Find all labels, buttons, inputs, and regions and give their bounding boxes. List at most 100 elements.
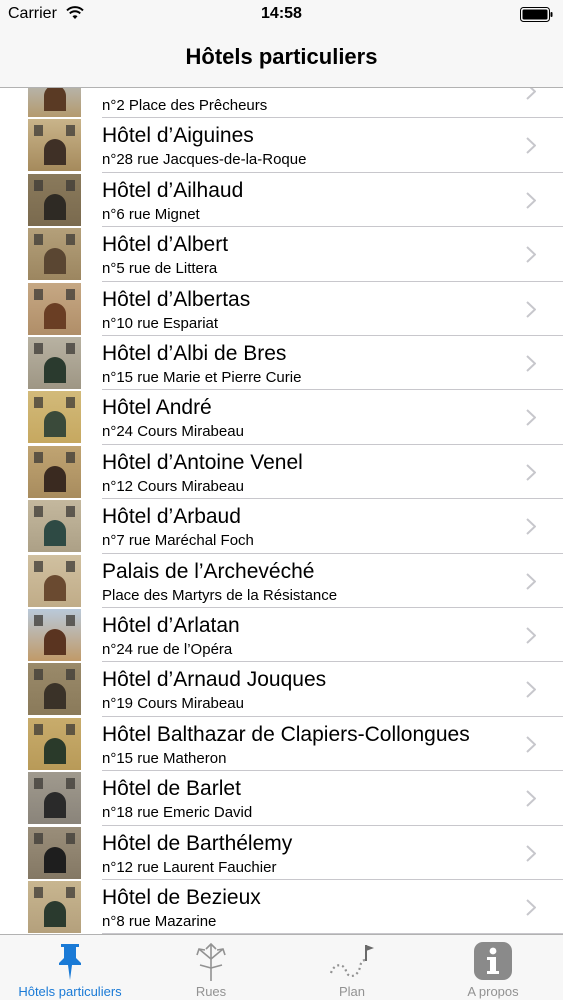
chevron-right-icon bbox=[526, 844, 536, 862]
hotel-address: n°15 rue Marie et Pierre Curie bbox=[102, 369, 302, 386]
hotel-address: n°18 rue Emeric David bbox=[102, 804, 253, 822]
hotel-thumbnail bbox=[28, 772, 81, 825]
hotel-name: Hôtel d’Arlatan bbox=[102, 614, 240, 637]
facade-window bbox=[34, 343, 43, 354]
list-item[interactable]: Hôtel Balthazar de Clapiers-Collongues n°… bbox=[0, 717, 563, 772]
facade-window bbox=[66, 723, 75, 735]
facade-window bbox=[34, 615, 43, 626]
facade-door bbox=[44, 683, 66, 710]
chevron-right-icon bbox=[526, 137, 536, 155]
facade-window bbox=[34, 234, 43, 246]
chevron-right-icon bbox=[526, 899, 536, 916]
hotel-address: Place des Martyrs de la Résistance bbox=[102, 586, 338, 604]
facade-door bbox=[44, 248, 66, 275]
hotel-name: Hôtel d’Albert bbox=[102, 233, 229, 257]
navigation-bar: Hôtels particuliers bbox=[0, 30, 563, 88]
list-item[interactable]: Hôtel de Barthélemy n°12 rue Laurent Fauc… bbox=[0, 826, 563, 880]
facade-window bbox=[34, 288, 43, 300]
facade-door bbox=[44, 574, 66, 601]
tab-hotels[interactable]: Hôtels particuliers bbox=[0, 935, 140, 1000]
list-item[interactable]: Hôtel d’Arnaud Jouques n°19 Cours Mirabea… bbox=[0, 662, 563, 717]
chevron-right-icon bbox=[526, 572, 536, 590]
hotel-name: Hôtel d’Arbaud bbox=[102, 505, 241, 529]
chevron-right-icon bbox=[526, 192, 536, 209]
tab-map[interactable]: Plan bbox=[282, 935, 422, 1000]
hotel-list[interactable]: n°2 Place des Prêcheurs Hôtel d’Aiguines n… bbox=[0, 88, 563, 934]
chevron-right-icon bbox=[526, 300, 536, 318]
facade-door bbox=[44, 357, 66, 383]
hotel-address: n°8 rue Mazarine bbox=[102, 913, 217, 930]
battery-icon bbox=[520, 7, 553, 22]
facade-window bbox=[34, 125, 43, 137]
list-item[interactable]: Hôtel d’Albertas n°10 rue Espariat bbox=[0, 282, 563, 336]
facade-window bbox=[66, 615, 75, 626]
facade-window bbox=[34, 669, 43, 681]
hotel-name: Hôtel Balthazar de Clapiers-Collongues bbox=[102, 722, 470, 746]
hotel-name: Palais de l’Archevéché bbox=[102, 559, 315, 583]
facade-window bbox=[34, 179, 43, 191]
facade-door bbox=[44, 302, 66, 329]
facade-window bbox=[66, 506, 75, 518]
facade-window bbox=[66, 343, 75, 354]
hotel-name: Hôtel d’Albi de Bres bbox=[102, 342, 287, 365]
list-item[interactable]: n°2 Place des Prêcheurs bbox=[0, 88, 563, 119]
facade-door bbox=[44, 792, 66, 819]
hotel-address: n°12 rue Laurent Fauchier bbox=[102, 858, 277, 876]
chevron-right-icon bbox=[526, 464, 536, 481]
hotel-name: Hôtel d’Arnaud Jouques bbox=[102, 668, 327, 692]
list-item[interactable]: Hôtel d’Arlatan n°24 rue de l’Opéra bbox=[0, 608, 563, 663]
facade-door bbox=[44, 88, 66, 111]
hotel-address: n°19 Cours Mirabeau bbox=[102, 695, 244, 713]
hotel-thumbnail bbox=[28, 228, 81, 281]
facade-door bbox=[44, 411, 66, 438]
list-item[interactable]: Hôtel d’Arbaud n°7 rue Maréchal Foch bbox=[0, 499, 563, 554]
tab-bar: Hôtels particuliers Rues Plan A propos bbox=[0, 934, 563, 1000]
hotel-name: Hôtel d’Albertas bbox=[102, 287, 251, 311]
hotel-thumbnail bbox=[28, 119, 81, 172]
tab-streets-label: Rues bbox=[195, 984, 227, 999]
list-item[interactable]: Hôtel d’Aiguines n°28 rue Jacques-de-la-R… bbox=[0, 118, 563, 173]
tab-hotels-label: Hôtels particuliers bbox=[18, 984, 122, 999]
hotel-address: n°2 Place des Prêcheurs bbox=[102, 97, 268, 114]
pin-icon bbox=[59, 944, 81, 980]
hotel-name: Hôtel d’Ailhaud bbox=[102, 178, 244, 202]
signpost-icon bbox=[196, 942, 226, 981]
hotel-address: n°24 Cours Mirabeau bbox=[102, 423, 244, 441]
hotel-name: Hôtel André bbox=[102, 396, 212, 420]
list-item[interactable]: Hôtel d’Albert n°5 rue de Littera bbox=[0, 227, 563, 282]
route-flag-icon bbox=[329, 945, 374, 977]
list-item[interactable]: Hôtel d’Antoine Venel n°12 Cours Mirabeau bbox=[0, 445, 563, 500]
tab-about-label: A propos bbox=[467, 984, 519, 999]
facade-window bbox=[66, 778, 75, 790]
list-item[interactable]: Hôtel de Barlet n°18 rue Emeric David bbox=[0, 771, 563, 826]
facade-window bbox=[34, 723, 43, 735]
list-item[interactable]: Hôtel André n°24 Cours Mirabeau bbox=[0, 390, 563, 445]
hotel-thumbnail bbox=[28, 337, 81, 389]
status-bar: Carrier 14:58 bbox=[0, 0, 563, 30]
hotel-name: Hôtel d’Antoine Venel bbox=[102, 450, 303, 474]
hotel-thumbnail bbox=[28, 282, 81, 335]
hotel-address: n°28 rue Jacques-de-la-Roque bbox=[102, 151, 307, 169]
list-item[interactable]: Hôtel de Bezieux n°8 rue Mazarine bbox=[0, 880, 563, 934]
facade-window bbox=[34, 560, 43, 572]
facade-door bbox=[44, 520, 66, 547]
facade-window bbox=[66, 887, 75, 898]
chevron-right-icon bbox=[526, 518, 536, 535]
tab-about[interactable]: A propos bbox=[423, 935, 563, 1000]
list-item[interactable]: Palais de l’Archevéché Place des Martyrs … bbox=[0, 554, 563, 608]
hotel-thumbnail bbox=[28, 173, 81, 226]
hotel-thumbnail bbox=[28, 826, 81, 879]
facade-window bbox=[34, 397, 43, 409]
hotel-address: n°10 rue Espariat bbox=[102, 314, 219, 332]
list-item[interactable]: Hôtel d’Albi de Bres n°15 rue Marie et Pi… bbox=[0, 336, 563, 391]
tab-streets[interactable]: Rues bbox=[141, 935, 281, 1000]
hotel-address: n°12 Cours Mirabeau bbox=[102, 477, 244, 495]
facade-window bbox=[34, 506, 43, 518]
facade-window bbox=[66, 832, 75, 844]
chevron-right-icon bbox=[526, 88, 536, 100]
clock: 14:58 bbox=[261, 5, 302, 22]
facade-door bbox=[44, 465, 66, 492]
facade-window bbox=[66, 669, 75, 681]
list-item[interactable]: Hôtel d’Ailhaud n°6 rue Mignet bbox=[0, 173, 563, 228]
facade-window bbox=[66, 451, 75, 463]
